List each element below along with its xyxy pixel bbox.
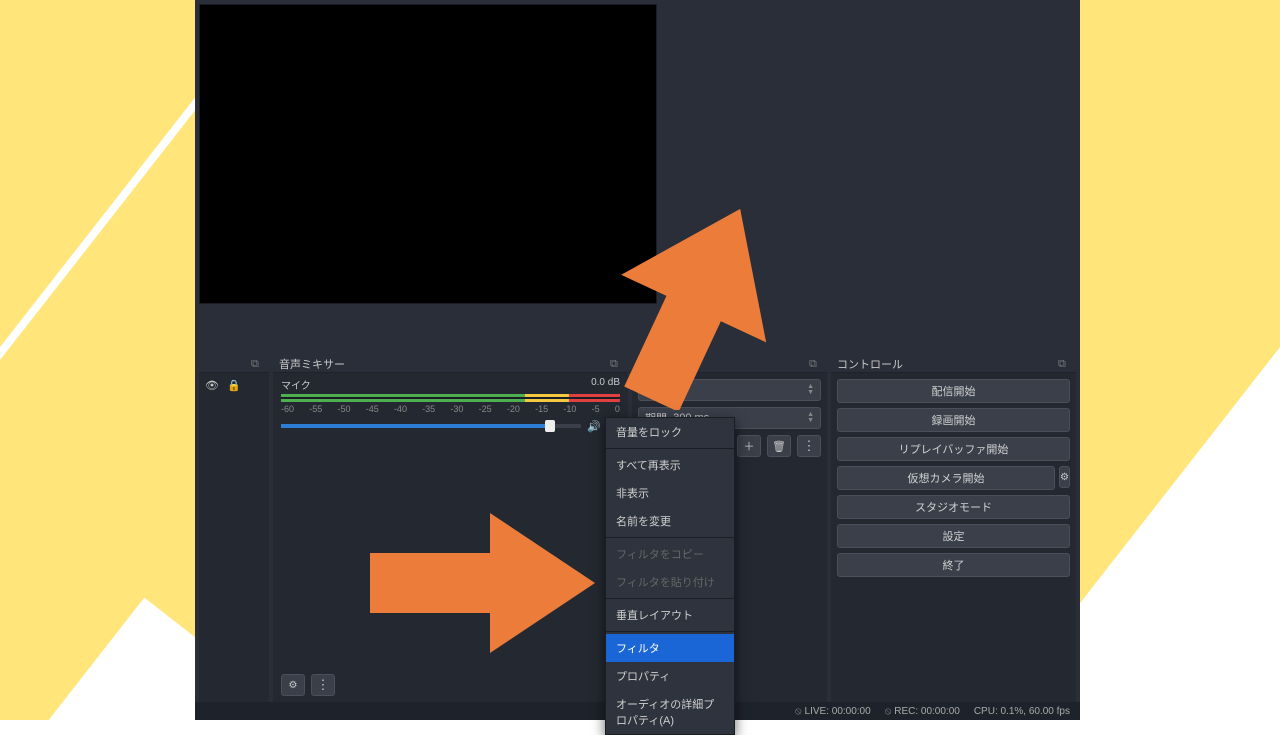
status-cpu: CPU: 0.1%, 60.00 fps bbox=[974, 706, 1070, 717]
transition-more-button[interactable] bbox=[797, 435, 821, 457]
annotation-arrow-top bbox=[610, 180, 790, 410]
volume-slider[interactable] bbox=[281, 424, 581, 428]
mixer-context-menu: 音量をロック すべて再表示 非表示 名前を変更 フィルタをコピー フィルタを貼り… bbox=[605, 417, 735, 735]
exit-button[interactable]: 終了 bbox=[837, 553, 1070, 577]
speaker-icon[interactable] bbox=[587, 420, 601, 433]
meter-ticks: -60-55-50-45-40-35-30-25-20-15-10-50 bbox=[281, 404, 620, 414]
ctx-advanced-audio[interactable]: オーディオの詳細プロパティ(A) bbox=[606, 690, 734, 734]
controls-dock: コントロール 配信開始 録画開始 リプレイバッファ開始 仮想カメラ開始 スタジオ… bbox=[831, 355, 1076, 702]
ctx-hide[interactable]: 非表示 bbox=[606, 479, 734, 507]
popout-icon[interactable] bbox=[1058, 358, 1070, 370]
start-vcam-button[interactable]: 仮想カメラ開始 bbox=[837, 466, 1055, 490]
mixer-settings-button[interactable] bbox=[281, 674, 305, 696]
ctx-lock-volume[interactable]: 音量をロック bbox=[606, 418, 734, 446]
broadcast-off-icon bbox=[795, 706, 805, 717]
start-replay-button[interactable]: リプレイバッファ開始 bbox=[837, 437, 1070, 461]
transition-remove-button[interactable]: 🗑 bbox=[767, 435, 791, 457]
ctx-unhide-all[interactable]: すべて再表示 bbox=[606, 451, 734, 479]
visibility-icon[interactable] bbox=[205, 379, 219, 392]
start-stream-button[interactable]: 配信開始 bbox=[837, 379, 1070, 403]
controls-title: コントロール bbox=[837, 356, 903, 372]
vcam-settings-button[interactable] bbox=[1059, 466, 1070, 488]
popout-icon[interactable] bbox=[251, 358, 263, 370]
ctx-copy-filters: フィルタをコピー bbox=[606, 540, 734, 568]
mixer-more-button[interactable] bbox=[311, 674, 335, 696]
gear-icon bbox=[1060, 471, 1069, 483]
gear-icon bbox=[289, 679, 298, 691]
status-live: LIVE: 00:00:00 bbox=[795, 706, 871, 717]
transition-add-button[interactable]: ＋ bbox=[737, 435, 761, 457]
studio-mode-button[interactable]: スタジオモード bbox=[837, 495, 1070, 519]
mixer-source-name: マイク bbox=[281, 377, 311, 392]
status-rec: REC: 00:00:00 bbox=[885, 706, 960, 717]
ctx-filters[interactable]: フィルタ bbox=[606, 634, 734, 662]
start-record-button[interactable]: 録画開始 bbox=[837, 408, 1070, 432]
mixer-title: 音声ミキサー bbox=[279, 356, 345, 372]
ctx-rename[interactable]: 名前を変更 bbox=[606, 507, 734, 535]
ctx-paste-filters: フィルタを貼り付け bbox=[606, 568, 734, 596]
dots-icon bbox=[317, 677, 330, 693]
record-off-icon bbox=[885, 706, 895, 717]
ctx-properties[interactable]: プロパティ bbox=[606, 662, 734, 690]
dots-icon bbox=[803, 438, 816, 454]
annotation-arrow-bottom bbox=[370, 498, 600, 668]
settings-button[interactable]: 設定 bbox=[837, 524, 1070, 548]
lock-icon[interactable] bbox=[227, 379, 241, 392]
popout-icon[interactable] bbox=[809, 358, 821, 370]
ctx-vertical-layout[interactable]: 垂直レイアウト bbox=[606, 601, 734, 629]
sources-dock bbox=[199, 355, 269, 702]
audio-meter bbox=[281, 394, 620, 402]
preview-canvas[interactable] bbox=[199, 4, 657, 304]
